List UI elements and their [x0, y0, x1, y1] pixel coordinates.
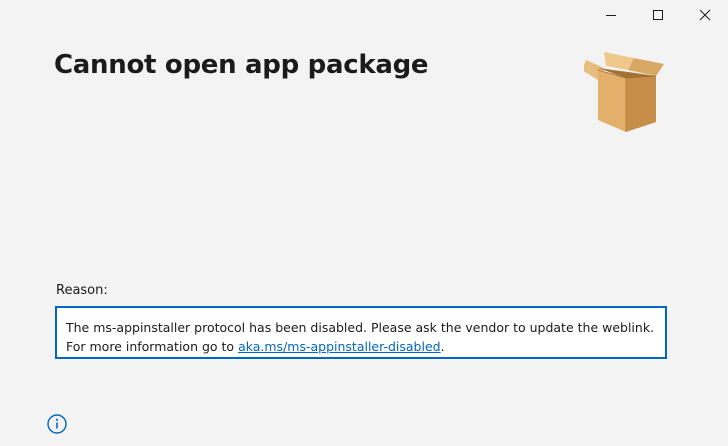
page-title: Cannot open app package — [54, 50, 429, 80]
info-button[interactable] — [46, 413, 68, 435]
reason-line-2-prefix: For more information go to — [66, 339, 239, 354]
reason-line-2: For more information go to aka.ms/ms-app… — [66, 337, 665, 356]
maximize-button[interactable] — [634, 0, 681, 30]
window-controls — [587, 0, 728, 30]
minimize-icon — [605, 15, 616, 16]
reason-message-box: The ms-appinstaller protocol has been di… — [55, 306, 667, 359]
appinstaller-disabled-link[interactable]: aka.ms/ms-appinstaller-disabled — [238, 339, 441, 354]
close-button[interactable] — [681, 0, 728, 30]
close-icon — [699, 9, 710, 21]
reason-label: Reason: — [56, 283, 108, 298]
info-icon — [47, 414, 67, 434]
cardboard-box-icon — [584, 52, 664, 132]
reason-line-2-suffix: . — [440, 339, 445, 354]
reason-line-1: The ms-appinstaller protocol has been di… — [66, 320, 655, 335]
app-installer-window: Cannot open app package Reason: The ms-a… — [0, 0, 728, 446]
maximize-icon — [652, 10, 663, 20]
minimize-button[interactable] — [587, 0, 634, 30]
